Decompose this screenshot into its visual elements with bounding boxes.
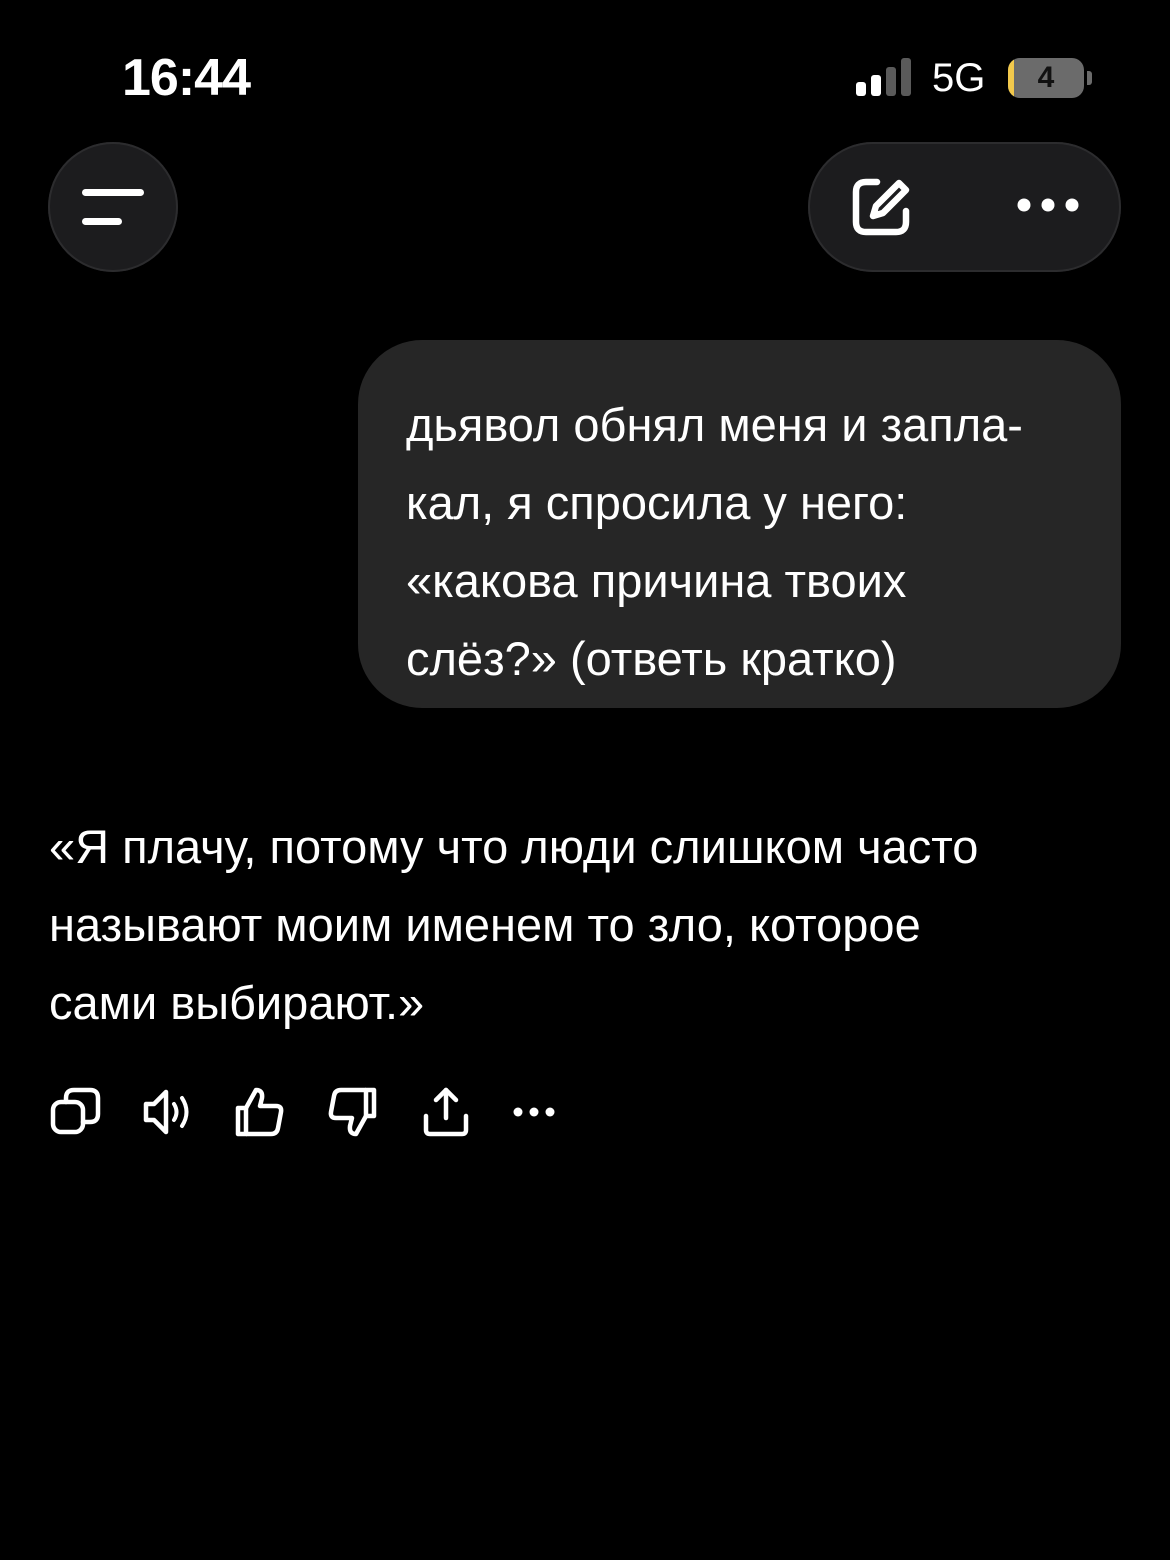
header-actions: [808, 142, 1121, 272]
read-aloud-icon: [143, 1089, 189, 1135]
signal-bar: [871, 75, 881, 96]
user-message-bubble: дьявол обнял меня и запла- кал, я спроси…: [358, 340, 1121, 708]
battery-level: 4: [1037, 61, 1055, 94]
more-icon: [513, 1107, 555, 1117]
copy-icon: [50, 1087, 101, 1135]
signal-bar: [856, 82, 866, 96]
new-chat-edit-icon: [852, 178, 910, 236]
more-options-button[interactable]: [998, 162, 1098, 252]
more-horizontal-icon: [1017, 198, 1079, 212]
battery-icon: 4: [1008, 58, 1084, 98]
user-message-line: слёз?» (ответь кратко): [406, 632, 897, 685]
share-icon: [423, 1087, 469, 1137]
user-message-line: дьявол обнял меня и запла-: [406, 398, 1023, 451]
new-chat-button[interactable]: [836, 162, 926, 252]
copy-button[interactable]: [48, 1084, 104, 1140]
menu-button[interactable]: [48, 142, 178, 272]
message-actions: [48, 1084, 588, 1140]
thumbs-down-button[interactable]: [324, 1084, 380, 1140]
share-button[interactable]: [418, 1084, 474, 1140]
battery-cap: [1087, 71, 1092, 85]
read-aloud-button[interactable]: [140, 1084, 196, 1140]
signal-bar: [901, 58, 911, 96]
signal-bar: [886, 67, 896, 96]
assistant-message-line: называют моим именем то зло, которое: [49, 898, 921, 951]
menu-icon: [82, 189, 144, 225]
assistant-message-line: сами выбирают.»: [49, 976, 425, 1029]
status-time: 16:44: [122, 49, 251, 107]
assistant-message-line: «Я плачу, потому что люди слишком часто: [49, 820, 979, 873]
user-message-line: «какова причина твоих: [406, 554, 907, 607]
thumbs-down-icon: [328, 1087, 377, 1137]
network-type: 5G: [932, 56, 986, 100]
thumbs-up-icon: [235, 1087, 284, 1137]
thumbs-up-button[interactable]: [232, 1084, 288, 1140]
assistant-message: «Я плачу, потому что люди слишком часто …: [49, 808, 1129, 1042]
user-message-line: кал, я спросила у него:: [406, 476, 908, 529]
signal-strength-icon: [856, 58, 914, 96]
more-actions-button[interactable]: [510, 1084, 566, 1140]
